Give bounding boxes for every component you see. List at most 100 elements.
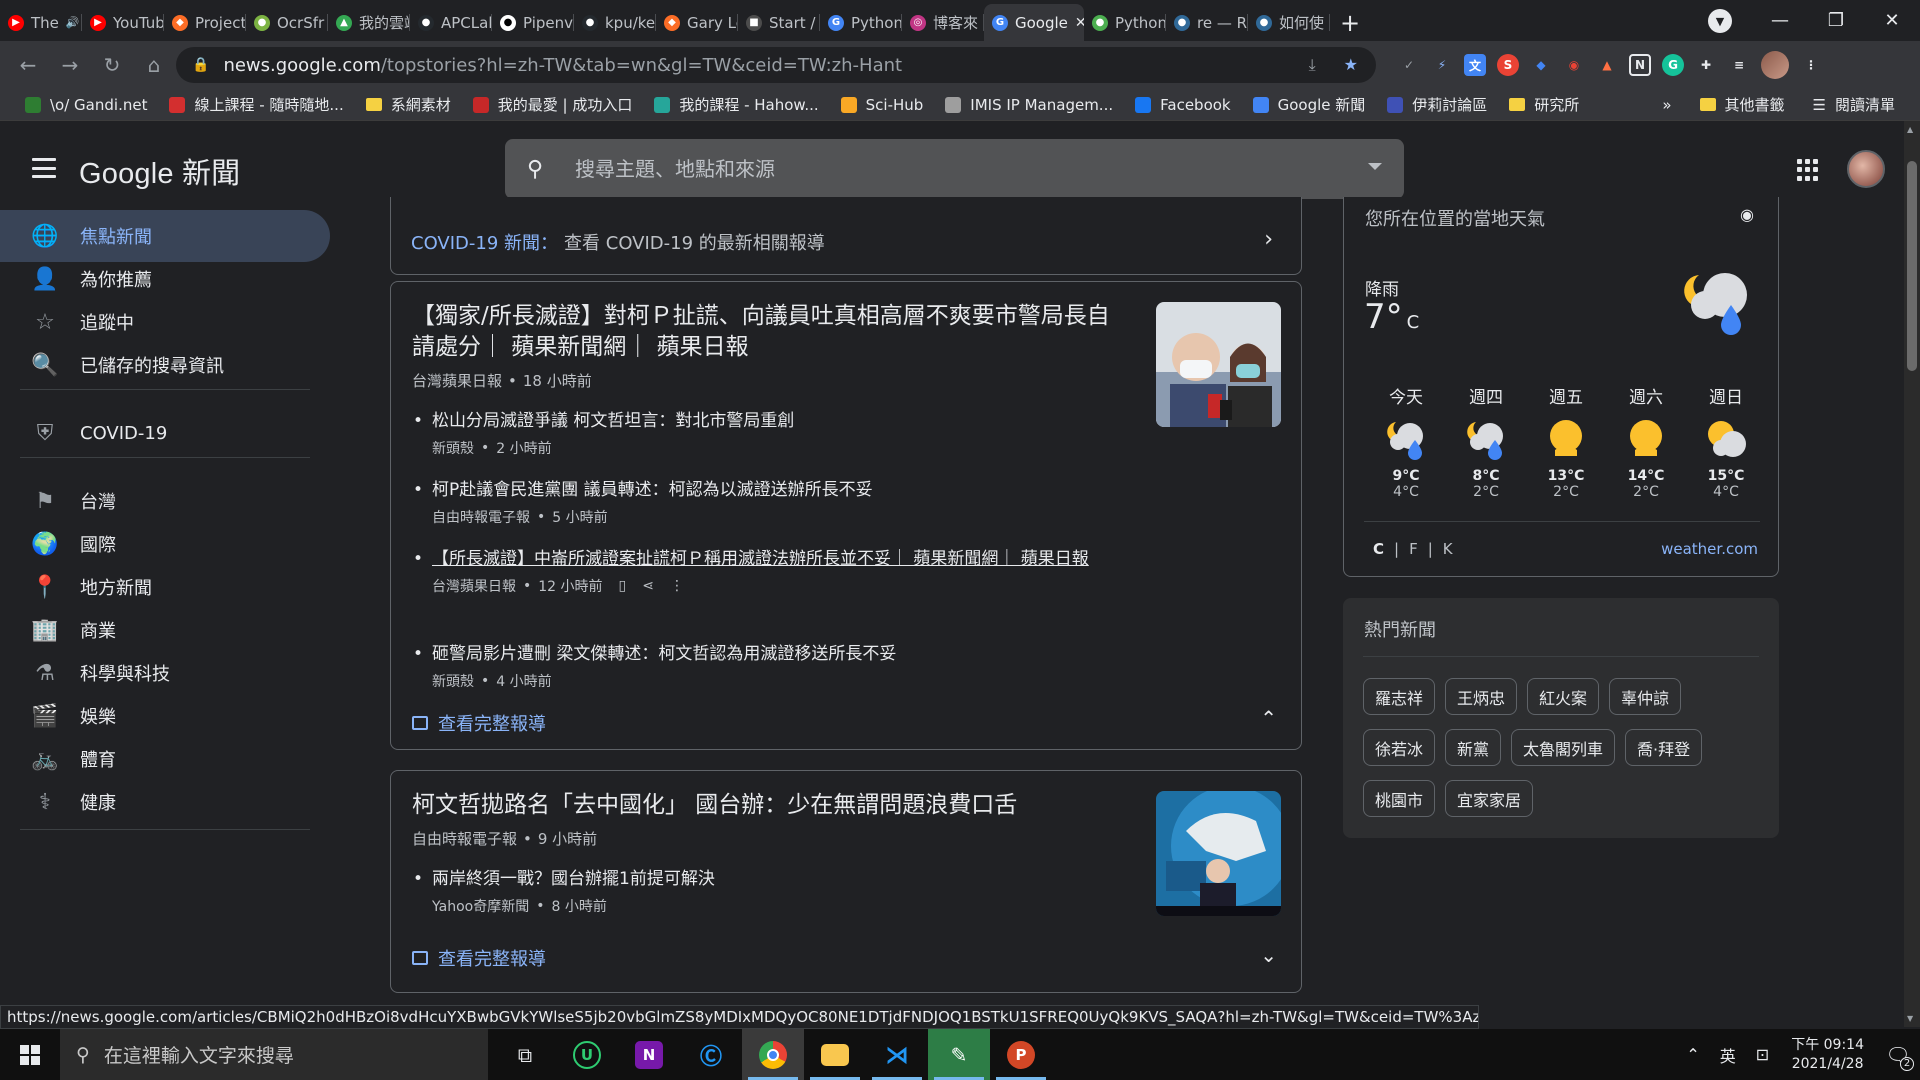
search-input[interactable] bbox=[575, 157, 1275, 181]
trending-chip[interactable]: 王炳忠 bbox=[1445, 678, 1518, 715]
sub-story-source[interactable]: 新頭殼 bbox=[432, 671, 474, 691]
chevron-down-icon[interactable]: ⌄ bbox=[1260, 943, 1277, 967]
story-thumbnail[interactable] bbox=[1156, 302, 1281, 427]
bookmark-item[interactable]: 伊莉討論區 bbox=[1376, 91, 1498, 119]
full-coverage-link[interactable]: 查看完整報導 bbox=[412, 945, 546, 971]
audio-icon[interactable]: 🔊 bbox=[66, 16, 80, 29]
browser-tab[interactable]: ● Python bbox=[1084, 4, 1166, 41]
bookmark-item[interactable]: 我的最愛 | 成功入口 bbox=[462, 91, 644, 119]
back-icon[interactable]: ← bbox=[10, 47, 46, 83]
start-button[interactable] bbox=[0, 1029, 60, 1080]
sub-story-title[interactable]: 柯P赴議會民進黨團 議員轉述：柯認為以滅證送辦所長不妥 bbox=[412, 478, 1092, 503]
restore-icon[interactable]: ❐ bbox=[1808, 10, 1864, 31]
vscode-icon[interactable]: ⋊ bbox=[866, 1029, 928, 1080]
account-avatar[interactable] bbox=[1847, 150, 1885, 188]
browser-tab[interactable]: ■ Start / bbox=[738, 4, 820, 41]
bookmark-item[interactable]: 系網素材 bbox=[355, 91, 462, 119]
bookmark-item[interactable]: \o/ Gandi.net bbox=[14, 91, 158, 119]
trending-chip[interactable]: 太魯閣列車 bbox=[1511, 729, 1616, 766]
bolt-extension-icon[interactable]: ⚡ bbox=[1431, 54, 1453, 76]
browser-tab[interactable]: ◆ Project bbox=[164, 4, 246, 41]
profile-avatar[interactable] bbox=[1761, 51, 1789, 79]
google-news-logo[interactable]: Google 新聞 bbox=[79, 150, 240, 192]
browser-tab[interactable]: ● OcrSfr bbox=[246, 4, 328, 41]
trending-chip[interactable]: 徐若冰 bbox=[1363, 729, 1436, 766]
scrollbar-thumb[interactable] bbox=[1907, 161, 1917, 371]
bookmark-item[interactable]: Facebook bbox=[1124, 91, 1241, 119]
ime-indicator[interactable]: 英 bbox=[1710, 1043, 1746, 1067]
browser-tab[interactable]: ● kpu/ke bbox=[574, 4, 656, 41]
browser-tab[interactable]: ● re — R bbox=[1166, 4, 1248, 41]
nav-item-3[interactable]: 🔍 已儲存的搜尋資訊 bbox=[0, 339, 330, 391]
browser-tab[interactable]: G Google ✕ bbox=[984, 4, 1084, 41]
sub-story-source[interactable]: 自由時報電子報 bbox=[432, 507, 530, 527]
bookmark-item[interactable]: 我的課程 - Hahow... bbox=[643, 91, 829, 119]
lock-icon[interactable]: 🔒 bbox=[192, 57, 209, 73]
task-view-icon[interactable]: ⧉ bbox=[494, 1029, 556, 1080]
taskbar-search[interactable]: ⚲ 在這裡輸入文字來搜尋 bbox=[60, 1029, 488, 1080]
reading-list[interactable]: ☰ 閱讀清單 bbox=[1802, 91, 1906, 119]
location-pin-icon[interactable]: ◉ bbox=[1740, 205, 1754, 224]
puzzle-extension-icon[interactable]: ✚ bbox=[1695, 54, 1717, 76]
weather-source-link[interactable]: weather.com bbox=[1661, 540, 1758, 558]
unit-c[interactable]: C bbox=[1373, 540, 1384, 558]
app-c-icon[interactable]: Ⓒ bbox=[680, 1029, 742, 1080]
pen-app-icon[interactable]: ✎ bbox=[928, 1029, 990, 1080]
close-window-icon[interactable]: ✕ bbox=[1864, 10, 1920, 31]
trending-chip[interactable]: 宜家家居 bbox=[1445, 780, 1534, 817]
trending-chip[interactable]: 喬·拜登 bbox=[1625, 729, 1703, 766]
new-tab-icon[interactable]: + bbox=[1330, 4, 1370, 41]
browser-tab[interactable]: ▶ The 🔊 bbox=[0, 4, 82, 41]
sub-story-title[interactable]: 【所長滅證】中崙所滅證案扯謊柯Ｐ稱用滅證法辦所長並不妥｜ 蘋果新聞網｜ 蘋果日報 bbox=[412, 547, 1092, 572]
notion-extension-icon[interactable]: N bbox=[1629, 54, 1651, 76]
bookmark-icon[interactable]: ▯ bbox=[619, 578, 627, 594]
onenote-icon[interactable]: N bbox=[618, 1029, 680, 1080]
fire-extension-icon[interactable]: ▲ bbox=[1596, 54, 1618, 76]
full-coverage-link[interactable]: 查看完整報導 bbox=[412, 710, 546, 736]
sub-story-title[interactable]: 砸警局影片遭刪 梁文傑轉述：柯文哲認為用滅證移送所長不妥 bbox=[412, 642, 1092, 667]
trending-chip[interactable]: 新黨 bbox=[1445, 729, 1502, 766]
covid-banner[interactable]: COVID-19 新聞： 查看 COVID-19 的最新相關報導 › bbox=[390, 197, 1302, 275]
powerpoint-icon[interactable]: P bbox=[990, 1029, 1052, 1080]
minimize-icon[interactable]: — bbox=[1752, 10, 1808, 31]
bookmarks-overflow-icon[interactable]: » bbox=[1651, 91, 1682, 119]
trending-chip[interactable]: 紅火案 bbox=[1527, 678, 1600, 715]
ime-mode-icon[interactable]: ⊡ bbox=[1746, 1045, 1779, 1064]
tab-search-icon[interactable]: ▼ bbox=[1708, 9, 1732, 33]
nav-item-12[interactable]: ⚕ 健康 bbox=[0, 776, 330, 828]
bookmark-star-icon[interactable]: ★ bbox=[1344, 55, 1358, 75]
browser-tab[interactable]: ◎ 博客來 bbox=[902, 4, 984, 41]
record-extension-icon[interactable]: ◉ bbox=[1563, 54, 1585, 76]
covid-link[interactable]: COVID-19 新聞： bbox=[411, 233, 558, 254]
story-title[interactable]: 【獨家/所長滅證】對柯Ｐ扯謊、向議員吐真相高層不爽要市警局長自請處分｜ 蘋果新聞… bbox=[412, 301, 1132, 363]
trending-chip[interactable]: 羅志祥 bbox=[1363, 678, 1436, 715]
menu-kebab-icon[interactable]: ⋮ bbox=[1800, 54, 1822, 76]
page-scrollbar[interactable]: ▲ ▼ bbox=[1904, 121, 1920, 1027]
search-icon[interactable]: ⚲ bbox=[527, 157, 555, 182]
other-bookmarks[interactable]: 其他書籤 bbox=[1689, 91, 1796, 119]
address-bar[interactable]: 🔒 news.google.com/topstories?hl=zh-TW&ta… bbox=[176, 47, 1376, 83]
bookmark-item[interactable]: Google 新聞 bbox=[1242, 91, 1377, 119]
more-icon[interactable]: ⋮ bbox=[670, 578, 684, 594]
browser-tab[interactable]: ● Pipenv bbox=[492, 4, 574, 41]
sub-story-source[interactable]: 台灣蘋果日報 bbox=[432, 576, 516, 596]
sub-story-title[interactable]: 兩岸終須一戰？國台辦擺1前提可解決 bbox=[412, 867, 1092, 892]
bookmark-item[interactable]: 研究所 bbox=[1498, 91, 1590, 119]
close-tab-icon[interactable]: ✕ bbox=[1075, 15, 1084, 31]
chevron-right-icon[interactable]: › bbox=[1264, 227, 1273, 252]
scroll-up-icon[interactable]: ▲ bbox=[1907, 125, 1913, 134]
chevron-up-icon[interactable]: ⌃ bbox=[1260, 706, 1277, 730]
notification-icon[interactable]: 🗨 2 bbox=[1876, 1043, 1920, 1071]
nav-item-4[interactable]: ⛨ COVID-19 bbox=[0, 407, 330, 459]
browser-tab[interactable]: ● APCLab bbox=[410, 4, 492, 41]
reload-icon[interactable]: ↻ bbox=[94, 47, 130, 83]
s-extension-icon[interactable]: S bbox=[1497, 54, 1519, 76]
story-source[interactable]: 自由時報電子報 bbox=[412, 830, 517, 848]
bookmark-item[interactable]: IMIS IP Managem... bbox=[934, 91, 1124, 119]
check-extension-icon[interactable]: ✓ bbox=[1398, 54, 1420, 76]
browser-tab[interactable]: ● 如何使 bbox=[1248, 4, 1330, 41]
sub-story-title[interactable]: 松山分局滅證爭議 柯文哲坦言：對北市警局重創 bbox=[412, 409, 1092, 434]
story-source[interactable]: 台灣蘋果日報 bbox=[412, 372, 502, 390]
browser-tab[interactable]: ◆ Gary Le bbox=[656, 4, 738, 41]
shield-extension-icon[interactable]: ◆ bbox=[1530, 54, 1552, 76]
